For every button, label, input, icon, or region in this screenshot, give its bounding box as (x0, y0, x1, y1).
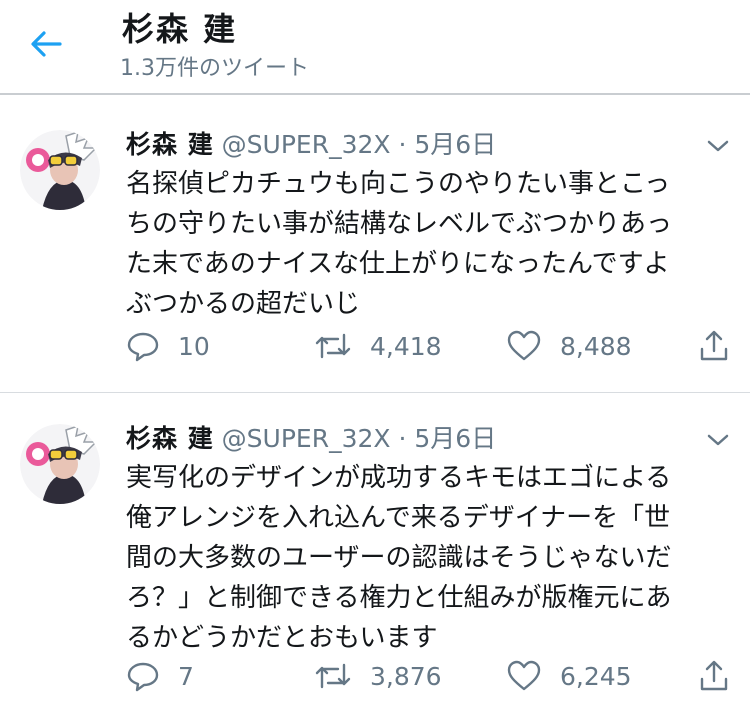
profile-name: 杉森 建 (122, 10, 238, 48)
more-options-button[interactable] (704, 430, 732, 450)
tweet-actions: 7 3,876 6,245 (0, 656, 750, 696)
tweet-date[interactable]: 5月6日 (414, 130, 496, 159)
retweet-count: 3,876 (370, 661, 442, 691)
share-icon (700, 330, 728, 361)
chevron-down-icon (707, 434, 729, 446)
tweet-text: 名探偵ピカチュウも向こうのやりたい事とこっ ちの守りたい事が結構なレベルでぶつか… (126, 169, 673, 319)
like-count: 8,488 (560, 331, 632, 361)
tweet-count: 1.3万件のツイート (120, 56, 309, 81)
share-button[interactable] (698, 326, 730, 366)
retweet-count: 4,418 (370, 331, 442, 361)
heart-icon (507, 330, 541, 361)
avatar[interactable] (20, 130, 100, 210)
reply-count: 7 (178, 661, 194, 691)
share-button[interactable] (698, 656, 730, 696)
retweet-icon (315, 333, 351, 359)
author-handle[interactable]: @SUPER_32X (222, 130, 391, 159)
like-count: 6,245 (560, 661, 632, 691)
author-name[interactable]: 杉森 建 (126, 424, 214, 453)
retweet-button[interactable]: 4,418 (314, 326, 442, 366)
tweet-header: 杉森 建 @SUPER_32X · 5月6日 (126, 130, 496, 160)
separator-dot: · (398, 130, 407, 159)
tweet-actions: 10 4,418 8,488 (0, 326, 750, 366)
avatar-illustration (20, 130, 100, 210)
retweet-icon (315, 663, 351, 689)
like-button[interactable]: 6,245 (506, 656, 632, 696)
retweet-button[interactable]: 3,876 (314, 656, 442, 696)
author-handle[interactable]: @SUPER_32X (222, 424, 391, 453)
reply-icon (127, 662, 159, 692)
tweet-date[interactable]: 5月6日 (414, 424, 496, 453)
author-name[interactable]: 杉森 建 (126, 130, 214, 159)
back-button[interactable] (26, 24, 66, 64)
chevron-down-icon (707, 140, 729, 152)
share-icon (700, 660, 728, 691)
arrow-left-icon (31, 31, 62, 57)
avatar-illustration (20, 424, 100, 504)
heart-icon (507, 660, 541, 691)
reply-button[interactable]: 7 (126, 656, 194, 696)
profile-header: 杉森 建 1.3万件のツイート (0, 0, 750, 92)
tweet-header: 杉森 建 @SUPER_32X · 5月6日 (126, 424, 496, 454)
avatar[interactable] (20, 424, 100, 504)
reply-icon (127, 332, 159, 362)
reply-count: 10 (178, 331, 210, 361)
tweet-divider (0, 392, 750, 393)
header-divider (0, 93, 750, 95)
tweet-text: 実写化のデザインが成功するキモはエゴによる 俺アレンジを入れ込んで来るデザイナー… (126, 463, 672, 653)
more-options-button[interactable] (704, 136, 732, 156)
like-button[interactable]: 8,488 (506, 326, 632, 366)
reply-button[interactable]: 10 (126, 326, 210, 366)
separator-dot: · (398, 424, 407, 453)
